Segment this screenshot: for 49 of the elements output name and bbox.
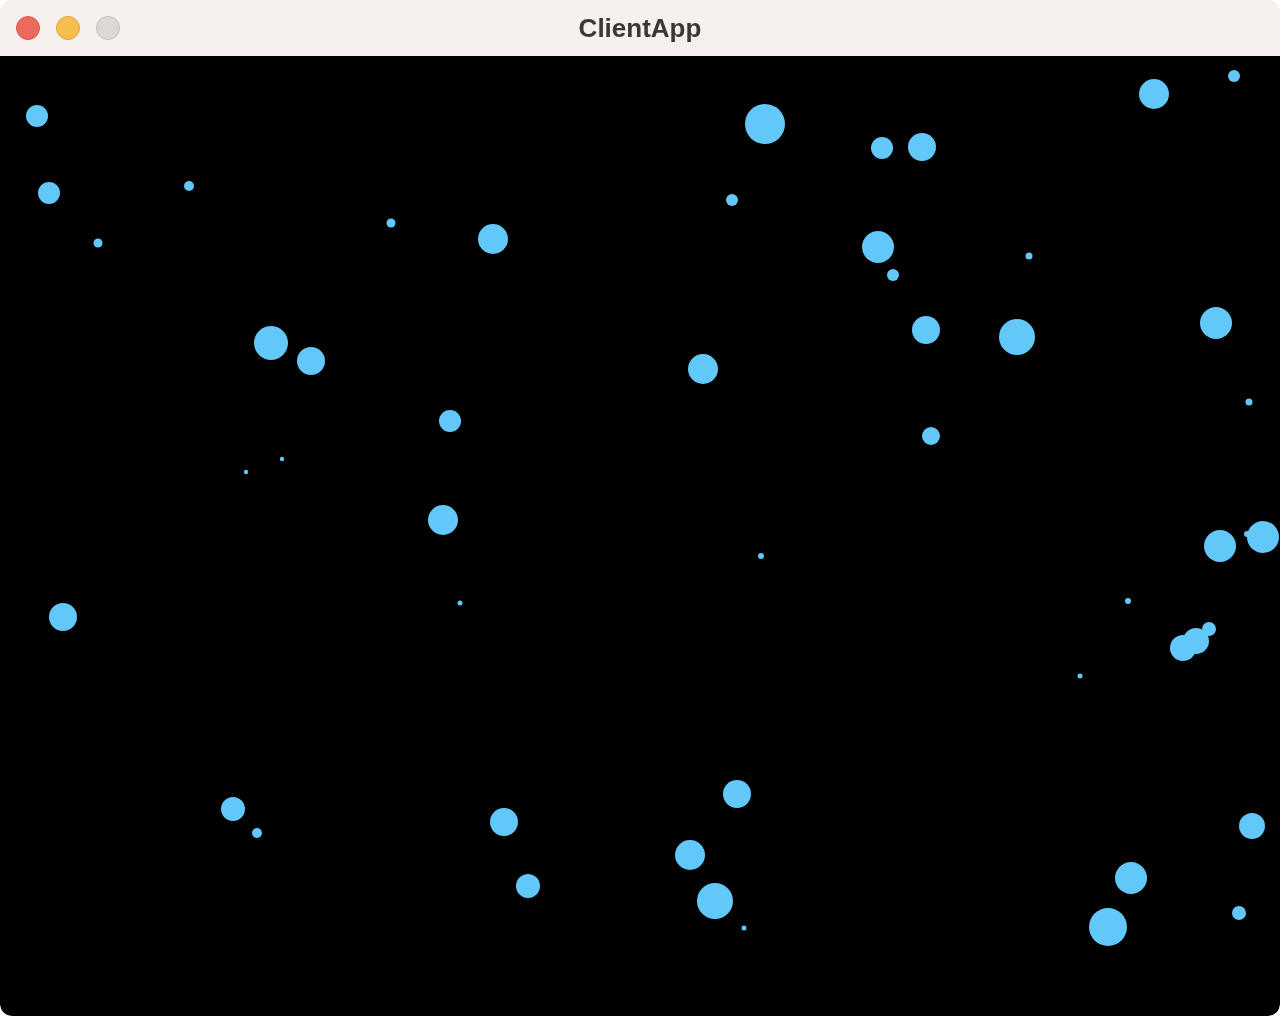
dot — [457, 600, 463, 606]
dot — [1077, 673, 1083, 679]
minimize-button[interactable] — [56, 16, 80, 40]
dot — [726, 194, 738, 206]
dot — [1204, 530, 1236, 562]
dot — [254, 326, 288, 360]
dot — [243, 469, 249, 475]
dot — [279, 456, 285, 462]
dot — [490, 808, 518, 836]
dot — [922, 427, 940, 445]
dot — [1115, 862, 1147, 894]
dot — [386, 218, 396, 228]
dot — [1125, 598, 1131, 604]
dot — [1170, 635, 1196, 661]
dot — [1232, 906, 1246, 920]
dot — [252, 828, 262, 838]
dot — [439, 410, 461, 432]
dot — [1139, 79, 1169, 109]
dot — [516, 874, 540, 898]
dot — [184, 181, 194, 191]
dot — [221, 797, 245, 821]
dot — [697, 883, 733, 919]
dot — [1089, 908, 1127, 946]
dot — [1245, 398, 1253, 406]
dot — [26, 105, 48, 127]
dot — [478, 224, 508, 254]
dot — [741, 925, 747, 931]
dot — [723, 780, 751, 808]
dot — [49, 603, 77, 631]
dot — [297, 347, 325, 375]
dot — [1239, 813, 1265, 839]
close-button[interactable] — [16, 16, 40, 40]
dot — [999, 319, 1035, 355]
dot — [887, 269, 899, 281]
dot — [1025, 252, 1033, 260]
window-title: ClientApp — [578, 15, 702, 41]
dot — [675, 840, 705, 870]
dot — [912, 316, 940, 344]
dot — [908, 133, 936, 161]
dot — [862, 231, 894, 263]
dot — [758, 553, 764, 559]
dot — [428, 505, 458, 535]
dot — [38, 182, 60, 204]
dot — [1200, 307, 1232, 339]
dot — [1228, 70, 1240, 82]
dot — [93, 238, 103, 248]
dot — [745, 104, 785, 144]
dot — [871, 137, 893, 159]
dot — [688, 354, 718, 384]
